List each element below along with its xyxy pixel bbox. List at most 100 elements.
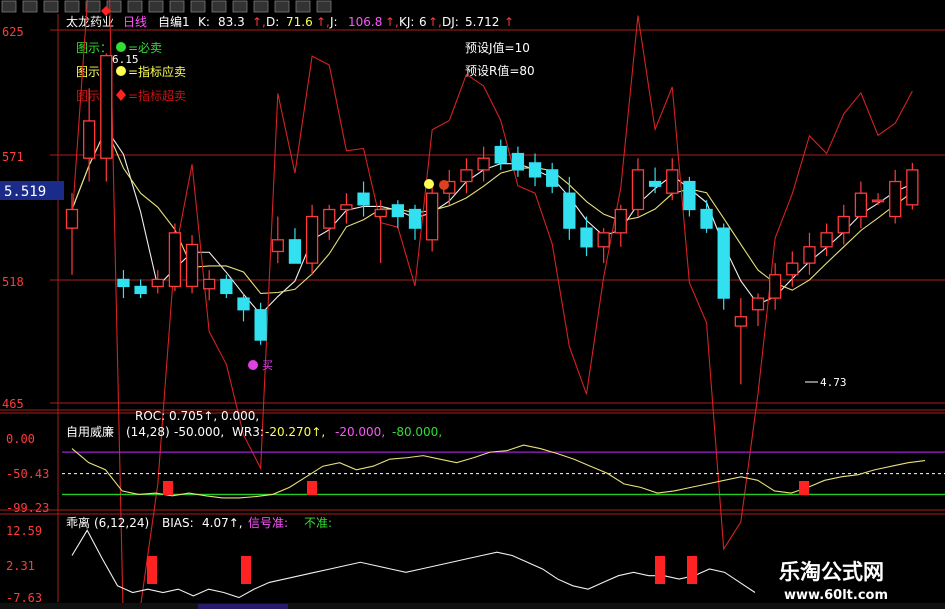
j-line [71, 0, 913, 609]
kj-label: KJ: [399, 15, 414, 29]
sort-icon[interactable] [316, 0, 332, 13]
legend2-text: =指标应卖 [128, 64, 186, 79]
candle-body [683, 180, 696, 211]
wr-level-1: -20.000, [335, 425, 385, 439]
candle [391, 200, 405, 229]
candle-body [597, 232, 610, 248]
print-icon[interactable] [253, 0, 269, 13]
candle-body [614, 208, 627, 234]
candle [563, 176, 576, 240]
candle [614, 204, 627, 247]
candle-body [700, 208, 713, 229]
buy-label: 买 [262, 359, 273, 372]
legend1-prefix: 图示： [76, 41, 112, 55]
candle [837, 204, 850, 245]
j-up-arrow: ↑, [385, 15, 399, 29]
grid-icon[interactable] [1, 0, 17, 13]
wr3-value: -20.270↑, [265, 425, 325, 439]
bias-params: (6,12,24) [94, 516, 149, 530]
candle [546, 162, 559, 194]
bell-icon[interactable] [169, 0, 185, 13]
candle-body [717, 227, 730, 299]
candle [906, 162, 919, 210]
y-tick-465: 465 [2, 397, 24, 411]
dj-value: 5.712 [465, 15, 499, 29]
bias-y-tick-2: -7.63 [6, 591, 42, 605]
candle [631, 158, 645, 217]
bar-chart-icon[interactable] [22, 0, 38, 13]
candle [648, 167, 662, 194]
candle [751, 293, 765, 327]
candle [151, 270, 164, 294]
candle [666, 158, 679, 201]
candle-body [734, 316, 747, 327]
bias-signal-bar [147, 556, 157, 584]
list-icon[interactable] [295, 0, 311, 13]
legend2-dot [116, 66, 126, 76]
signal-good: 信号准: [248, 516, 288, 530]
candle-body [374, 208, 387, 218]
arrow-icon[interactable] [64, 0, 80, 13]
bias-signal-bar [241, 556, 251, 584]
k-value: 83.3 [218, 15, 245, 29]
candle [786, 251, 799, 287]
vol-icon[interactable] [127, 0, 143, 13]
sell-signal-red [439, 180, 449, 190]
candle-body [871, 199, 885, 203]
scroll-thumb[interactable] [198, 604, 288, 609]
candle [408, 204, 422, 240]
candle-body [134, 285, 147, 295]
high-label: 6.15 [112, 53, 139, 66]
bias-y-tick-0: 12.59 [6, 524, 42, 538]
wr-name: 自用威廉 [66, 424, 114, 439]
candle-body [100, 54, 113, 159]
candle [220, 274, 233, 299]
candle [288, 228, 302, 264]
low-label: 4.73 [820, 376, 847, 389]
color-icon[interactable] [85, 0, 101, 13]
candle-body [528, 162, 542, 178]
candle [340, 193, 353, 224]
sell-signal-yellow [424, 179, 434, 189]
candle [357, 181, 370, 217]
candle-body [425, 192, 439, 241]
bottom-scrollbar[interactable] [0, 603, 945, 609]
candle-body [648, 180, 662, 187]
wr-value: -50.000, [174, 425, 224, 439]
wr-signal-bar [799, 481, 809, 495]
dots-icon[interactable] [148, 0, 164, 13]
window-icon[interactable] [232, 0, 248, 13]
candle-body [751, 297, 765, 311]
roc-line: ROC: 0.705↑, 0.000, [135, 409, 259, 423]
wr-level-2: -80.000, [392, 425, 442, 439]
bias-y-tick-1: 2.31 [6, 559, 35, 573]
wr-params: (14,28) [126, 425, 170, 439]
period-label: 日线 [123, 15, 147, 29]
edit-icon[interactable] [211, 0, 227, 13]
dj-label: DJ: [442, 15, 459, 29]
candle-body [391, 204, 405, 218]
chart-icon[interactable] [43, 0, 59, 13]
bias-label: BIAS: [162, 516, 194, 530]
candle-body [408, 208, 422, 229]
chart-canvas: 625 571 518 465 5.519 太龙药业 日线 自编1 K: 83.… [0, 0, 945, 609]
y-tick-625: 625 [2, 25, 24, 39]
candle [460, 158, 473, 194]
main-gridlines [50, 29, 945, 404]
k-up-arrow: ↑, [252, 15, 266, 29]
price-tag: 5.519 [4, 184, 46, 200]
candle [717, 223, 730, 310]
candle-body [151, 278, 164, 288]
bias-signal-bar [687, 556, 697, 584]
candle [185, 235, 199, 294]
bias-panel [71, 529, 756, 599]
candle-body [511, 152, 525, 171]
candle-body [65, 208, 79, 229]
y-tick-571: 571 [2, 150, 24, 164]
candle-body [237, 297, 250, 311]
bias-name: 乖离 [66, 515, 90, 530]
save-icon[interactable] [274, 0, 290, 13]
candle-body [820, 232, 833, 248]
dj-up-arrow: ↑ [504, 15, 514, 29]
grid2-icon[interactable] [190, 0, 206, 13]
